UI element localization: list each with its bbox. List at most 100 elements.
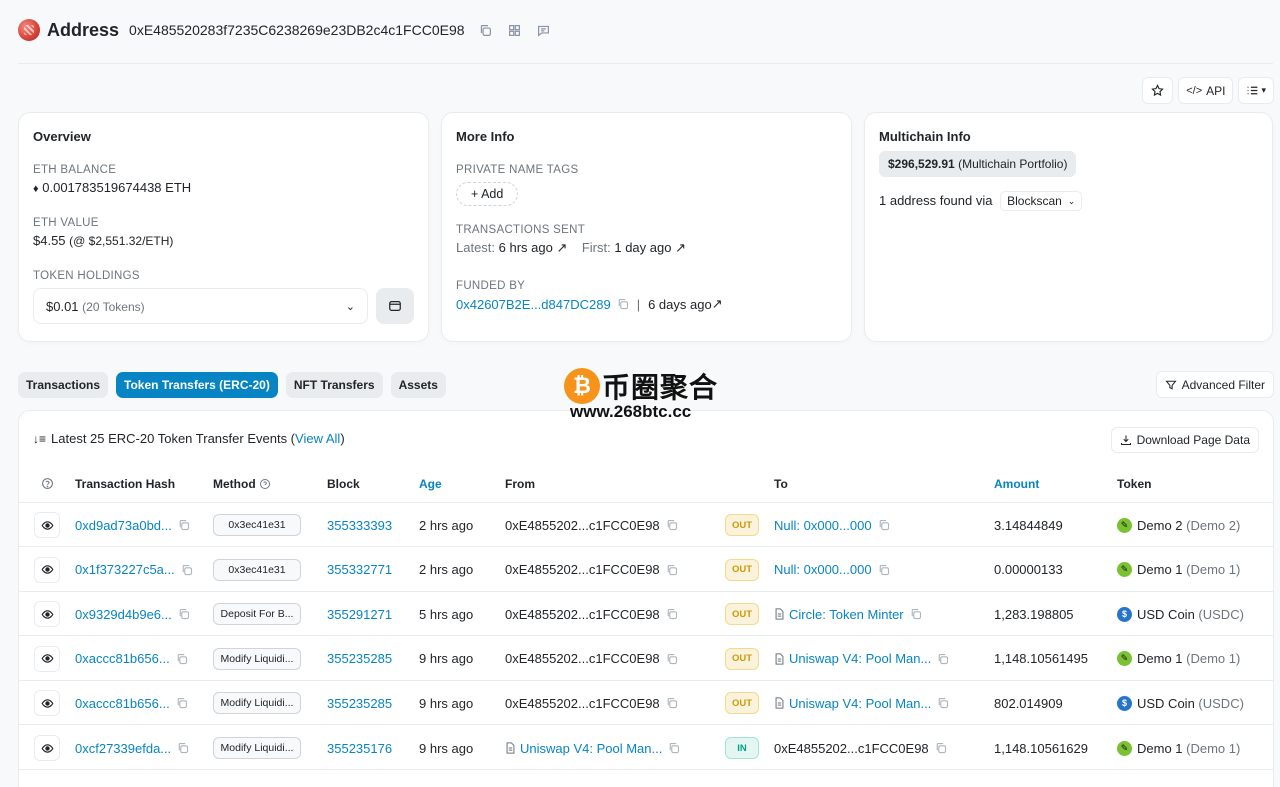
multichain-portfolio-button[interactable]: $296,529.91 (Multichain Portfolio) xyxy=(879,151,1077,177)
copy-icon[interactable] xyxy=(666,608,678,620)
copy-icon[interactable] xyxy=(666,653,678,665)
to-address-link[interactable]: Uniswap V4: Pool Man... xyxy=(789,696,931,711)
tx-hash-link[interactable]: 0xcf27339efda... xyxy=(75,741,171,756)
api-button[interactable]: </> API xyxy=(1178,77,1234,104)
copy-icon[interactable] xyxy=(181,564,193,576)
copy-icon[interactable] xyxy=(668,742,680,754)
bitcoin-icon: ₿ xyxy=(564,368,600,404)
block-link[interactable]: 355235176 xyxy=(327,741,392,756)
eth-value-amount: $4.55 xyxy=(33,233,66,248)
block-link[interactable]: 355333393 xyxy=(327,518,392,533)
from-address-link[interactable]: 0xE4855202...c1FCC0E98 xyxy=(505,518,660,533)
blockscan-dropdown[interactable]: Blockscan ⌄ xyxy=(1000,191,1083,211)
from-address-link[interactable]: 0xE4855202...c1FCC0E98 xyxy=(505,651,660,666)
to-address-link[interactable]: 0xE4855202...c1FCC0E98 xyxy=(774,741,929,756)
eye-icon xyxy=(41,699,53,708)
token-link[interactable]: Demo 1 xyxy=(1137,651,1183,666)
download-icon xyxy=(1120,435,1131,446)
funded-by-address-link[interactable]: 0x42607B2E...d847DC289 xyxy=(456,297,611,312)
funded-by-tx-link[interactable]: 6 days ago xyxy=(648,297,712,312)
favorite-button[interactable] xyxy=(1142,77,1174,104)
eye-preview-button[interactable] xyxy=(34,512,60,538)
qr-code-icon[interactable] xyxy=(508,23,522,37)
from-address-link[interactable]: 0xE4855202...c1FCC0E98 xyxy=(505,607,660,622)
copy-icon[interactable] xyxy=(479,23,493,37)
token-holdings-dropdown[interactable]: $0.01 (20 Tokens) ⌄ xyxy=(33,288,368,324)
copy-icon[interactable] xyxy=(666,519,678,531)
to-address-link[interactable]: Circle: Token Minter xyxy=(789,607,904,622)
summary-prefix: Latest 25 ERC-20 Token Transfer Events ( xyxy=(51,431,296,446)
to-address-link[interactable]: Uniswap V4: Pool Man... xyxy=(789,651,931,666)
copy-icon[interactable] xyxy=(178,608,190,620)
from-address-link[interactable]: 0xE4855202...c1FCC0E98 xyxy=(505,562,660,577)
table-row: 0xaccc81b656... Modify Liquidi... 355235… xyxy=(19,637,1273,681)
tab-nft-transfers[interactable]: NFT Transfers xyxy=(285,372,383,398)
token-link[interactable]: Demo 1 xyxy=(1137,562,1183,577)
copy-icon[interactable] xyxy=(177,742,189,754)
address-hash: 0xE485520283f7235C6238269e23DB2c4c1FCC0E… xyxy=(129,22,465,38)
tx-hash-link[interactable]: 0xaccc81b656... xyxy=(75,696,170,711)
first-tx-link[interactable]: 1 day ago xyxy=(614,240,671,255)
latest-tx-link[interactable]: 6 hrs ago xyxy=(499,240,553,255)
usdc-token-icon: $ xyxy=(1117,695,1132,711)
tab-token-transfers[interactable]: Token Transfers (ERC-20) xyxy=(116,372,278,398)
tx-hash-link[interactable]: 0x1f373227c5a... xyxy=(75,562,175,577)
demo-token-icon: ✎ xyxy=(1117,517,1132,533)
wallet-button[interactable] xyxy=(376,288,414,324)
to-address-link[interactable]: Null: 0x000...000 xyxy=(774,518,872,533)
comment-icon[interactable] xyxy=(537,23,551,37)
tx-hash-link[interactable]: 0x9329d4b9e6... xyxy=(75,607,172,622)
block-link[interactable]: 355332771 xyxy=(327,562,392,577)
copy-icon[interactable] xyxy=(935,742,947,754)
copy-icon[interactable] xyxy=(937,697,949,709)
copy-icon[interactable] xyxy=(176,697,188,709)
copy-icon[interactable] xyxy=(878,519,890,531)
tx-hash-link[interactable]: 0xd9ad73a0bd... xyxy=(75,518,172,533)
block-link[interactable]: 355291271 xyxy=(327,607,392,622)
copy-icon[interactable] xyxy=(666,564,678,576)
eye-icon xyxy=(41,609,53,619)
eye-preview-button[interactable] xyxy=(34,645,60,672)
method-badge: Modify Liquidi... xyxy=(213,692,301,715)
copy-icon[interactable] xyxy=(910,608,922,620)
block-link[interactable]: 355235285 xyxy=(327,651,392,666)
view-options-button[interactable]: ▾ xyxy=(1238,77,1274,104)
copy-icon[interactable] xyxy=(878,564,890,576)
tab-assets[interactable]: Assets xyxy=(390,372,446,398)
to-address-link[interactable]: Null: 0x000...000 xyxy=(774,562,872,577)
copy-icon[interactable] xyxy=(666,697,678,709)
eye-preview-button[interactable] xyxy=(34,690,60,717)
eye-preview-button[interactable] xyxy=(34,556,60,583)
copy-icon[interactable] xyxy=(617,298,629,310)
block-link[interactable]: 355235285 xyxy=(327,696,392,711)
chevron-down-icon: ⌄ xyxy=(345,300,355,313)
multichain-card: Multichain Info $296,529.91 (Multichain … xyxy=(864,112,1273,342)
amount-value: 1,148.10561629 xyxy=(994,740,1088,756)
add-tag-button[interactable]: + Add xyxy=(456,182,519,206)
col-header-amount[interactable]: Amount xyxy=(994,477,1039,491)
eye-preview-button[interactable] xyxy=(34,601,60,628)
tx-sent-label: TRANSACTIONS SENT xyxy=(456,224,586,236)
advanced-filter-button[interactable]: Advanced Filter xyxy=(1155,371,1274,398)
copy-icon[interactable] xyxy=(176,653,188,665)
download-button[interactable]: Download Page Data xyxy=(1110,427,1259,453)
token-link[interactable]: USD Coin xyxy=(1137,696,1195,711)
help-icon[interactable] xyxy=(41,477,54,490)
separator: | xyxy=(636,296,641,312)
copy-icon[interactable] xyxy=(937,653,949,665)
table-row: 0xaccc81b656... Modify Liquidi... 355235… xyxy=(19,681,1273,726)
token-link[interactable]: Demo 2 xyxy=(1137,518,1183,533)
eye-preview-button[interactable] xyxy=(34,735,60,761)
token-link[interactable]: Demo 1 xyxy=(1137,741,1183,756)
view-all-link[interactable]: View All xyxy=(295,431,340,446)
amount-value: 0.00000133 xyxy=(994,562,1063,578)
from-address-link[interactable]: Uniswap V4: Pool Man... xyxy=(520,741,662,756)
summary-suffix: ) xyxy=(340,431,345,446)
col-header-age[interactable]: Age xyxy=(419,477,442,491)
copy-icon[interactable] xyxy=(178,519,190,531)
tx-hash-link[interactable]: 0xaccc81b656... xyxy=(75,651,170,666)
from-address-link[interactable]: 0xE4855202...c1FCC0E98 xyxy=(505,696,660,711)
tab-transactions[interactable]: Transactions xyxy=(18,372,109,398)
token-link[interactable]: USD Coin xyxy=(1137,607,1195,622)
info-icon[interactable] xyxy=(259,478,271,490)
